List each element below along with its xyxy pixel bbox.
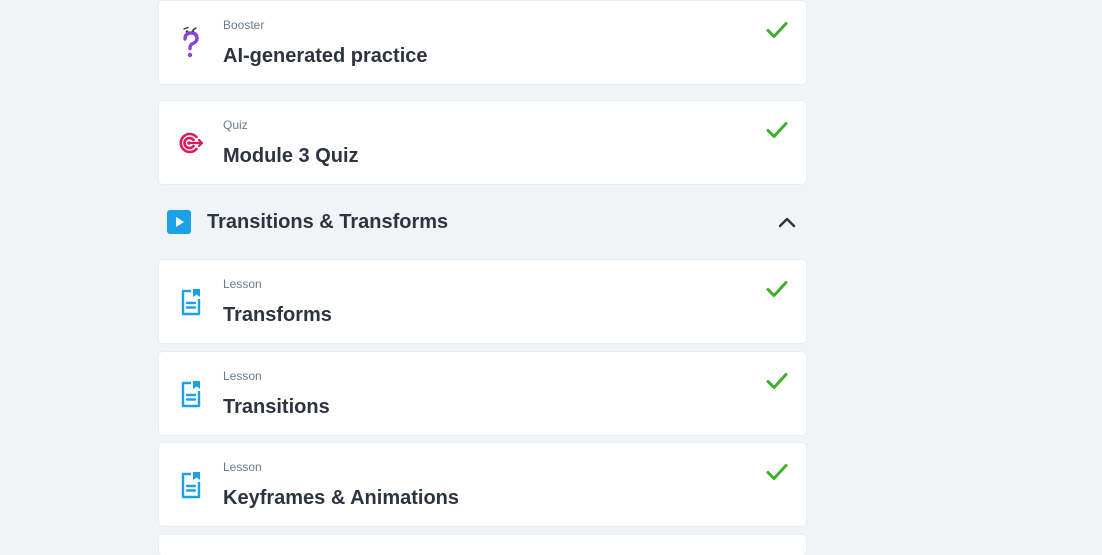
lesson-document-icon xyxy=(176,377,206,411)
checkmark-icon xyxy=(765,277,789,301)
lesson-card-transitions[interactable]: Lesson Transitions xyxy=(159,352,806,435)
checkmark-icon xyxy=(765,460,789,484)
item-type-label: Booster xyxy=(223,18,265,32)
booster-card[interactable]: Booster AI-generated practice xyxy=(159,1,806,84)
lesson-document-icon xyxy=(176,285,206,319)
item-title: Keyframes & Animations xyxy=(223,487,459,509)
checkmark-icon xyxy=(765,18,789,42)
item-title: Transitions xyxy=(223,396,330,418)
lesson-card-keyframes-animations[interactable]: Lesson Keyframes & Animations xyxy=(159,443,806,526)
next-card-partial[interactable] xyxy=(159,535,806,555)
item-type-label: Lesson xyxy=(223,369,262,383)
item-type-label: Lesson xyxy=(223,277,262,291)
item-title: Module 3 Quiz xyxy=(223,145,359,167)
target-icon xyxy=(176,126,206,160)
lesson-document-icon xyxy=(176,468,206,502)
quiz-card[interactable]: Quiz Module 3 Quiz xyxy=(159,101,806,184)
checkmark-icon xyxy=(765,369,789,393)
section-title: Transitions & Transforms xyxy=(207,211,449,233)
chevron-up-icon[interactable] xyxy=(776,211,798,233)
section-header-transitions-transforms[interactable]: Transitions & Transforms xyxy=(159,201,806,243)
checkmark-icon xyxy=(765,118,789,142)
play-icon xyxy=(167,210,191,234)
lesson-card-transforms[interactable]: Lesson Transforms xyxy=(159,260,806,343)
question-mark-icon xyxy=(176,26,206,60)
item-type-label: Quiz xyxy=(223,118,248,132)
item-type-label: Lesson xyxy=(223,460,262,474)
item-title: Transforms xyxy=(223,304,332,326)
item-title: AI-generated practice xyxy=(223,45,428,67)
